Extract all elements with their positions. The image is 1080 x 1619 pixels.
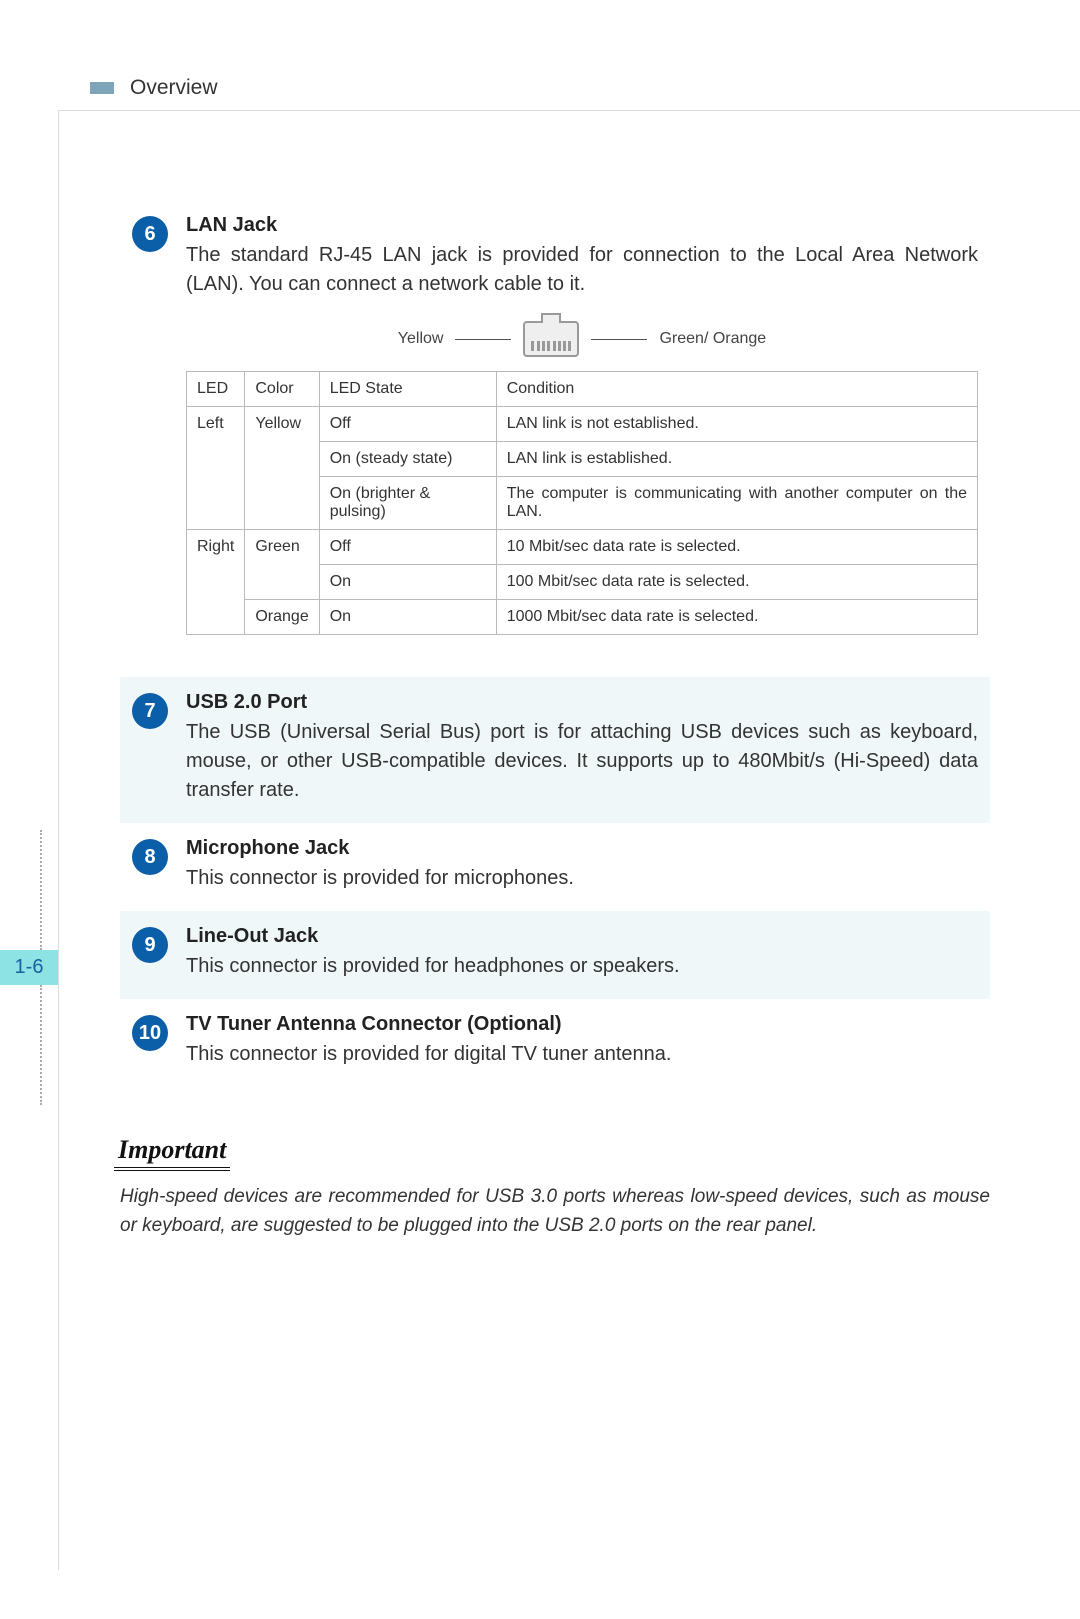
diagram-line	[455, 339, 511, 340]
item-body: TV Tuner Antenna Connector (Optional) Th…	[186, 1013, 978, 1069]
document-page: Overview 1-6 6 LAN Jack The standard RJ-…	[0, 0, 1080, 1619]
dotted-rule-bottom	[40, 985, 58, 1105]
item-line-out-jack: 9 Line-Out Jack This connector is provid…	[120, 911, 990, 999]
cell-condition: 1000 Mbit/sec data rate is selected.	[496, 600, 977, 635]
lan-jack-diagram: Yellow Green/ Orange	[186, 321, 978, 357]
page-number: 1-6	[0, 950, 58, 985]
item-number-badge: 6	[132, 216, 168, 252]
th-color: Color	[245, 372, 319, 407]
cell-condition: LAN link is not established.	[496, 407, 977, 442]
item-description: This connector is provided for microphon…	[186, 864, 978, 893]
item-description: This connector is provided for digital T…	[186, 1040, 978, 1069]
item-number-badge: 10	[132, 1015, 168, 1051]
table-row: Right Green Off 10 Mbit/sec data rate is…	[187, 530, 978, 565]
item-number-badge: 8	[132, 839, 168, 875]
page-header: Overview	[0, 76, 1080, 104]
cell-condition: LAN link is established.	[496, 442, 977, 477]
th-state: LED State	[319, 372, 496, 407]
spacer	[120, 653, 990, 677]
cell-led: Right	[187, 530, 245, 635]
item-microphone-jack: 8 Microphone Jack This connector is prov…	[120, 823, 990, 911]
table-row: Left Yellow Off LAN link is not establis…	[187, 407, 978, 442]
item-lan-jack: 6 LAN Jack The standard RJ-45 LAN jack i…	[120, 200, 990, 653]
table-header-row: LED Color LED State Condition	[187, 372, 978, 407]
cell-color: Yellow	[245, 407, 319, 530]
cell-state: Off	[319, 407, 496, 442]
th-led: LED	[187, 372, 245, 407]
item-body: LAN Jack The standard RJ-45 LAN jack is …	[186, 214, 978, 635]
item-number-badge: 9	[132, 927, 168, 963]
important-note: Important High-speed devices are recomme…	[120, 1135, 990, 1240]
cell-color: Green	[245, 530, 319, 600]
item-number-badge: 7	[132, 693, 168, 729]
item-title: LAN Jack	[186, 214, 978, 237]
cell-condition: 10 Mbit/sec data rate is selected.	[496, 530, 977, 565]
cell-color: Orange	[245, 600, 319, 635]
header-divider	[58, 110, 1080, 111]
lan-led-left-label: Yellow	[398, 330, 444, 348]
cell-led: Left	[187, 407, 245, 530]
diagram-line	[591, 339, 647, 340]
important-label: Important	[114, 1135, 230, 1171]
dotted-rule-top	[40, 830, 58, 950]
item-description: The standard RJ-45 LAN jack is provided …	[186, 241, 978, 299]
cell-state: On	[319, 565, 496, 600]
item-title: USB 2.0 Port	[186, 691, 978, 714]
cell-state: On (steady state)	[319, 442, 496, 477]
item-title: Line-Out Jack	[186, 925, 978, 948]
page-number-block: 1-6	[0, 830, 58, 1105]
item-body: Line-Out Jack This connector is provided…	[186, 925, 978, 981]
content-area: 6 LAN Jack The standard RJ-45 LAN jack i…	[120, 200, 990, 1240]
item-title: Microphone Jack	[186, 837, 978, 860]
margin-vertical-rule	[58, 110, 59, 1570]
item-title: TV Tuner Antenna Connector (Optional)	[186, 1013, 978, 1036]
item-usb-port: 7 USB 2.0 Port The USB (Universal Serial…	[120, 677, 990, 823]
cell-condition: 100 Mbit/sec data rate is selected.	[496, 565, 977, 600]
th-condition: Condition	[496, 372, 977, 407]
rj45-icon	[523, 321, 579, 357]
cell-state: Off	[319, 530, 496, 565]
item-description: The USB (Universal Serial Bus) port is f…	[186, 718, 978, 805]
section-title: Overview	[130, 76, 218, 100]
item-body: Microphone Jack This connector is provid…	[186, 837, 978, 893]
cell-condition: The computer is communicating with anoth…	[496, 477, 977, 530]
item-tv-tuner-connector: 10 TV Tuner Antenna Connector (Optional)…	[120, 999, 990, 1087]
important-text: High-speed devices are recommended for U…	[120, 1183, 990, 1240]
lan-led-right-label: Green/ Orange	[659, 330, 766, 348]
header-accent	[90, 82, 114, 94]
table-row: Orange On 1000 Mbit/sec data rate is sel…	[187, 600, 978, 635]
lan-led-table: LED Color LED State Condition Left Yello…	[186, 371, 978, 635]
cell-state: On	[319, 600, 496, 635]
cell-state: On (brighter & pulsing)	[319, 477, 496, 530]
item-body: USB 2.0 Port The USB (Universal Serial B…	[186, 691, 978, 805]
item-description: This connector is provided for headphone…	[186, 952, 978, 981]
